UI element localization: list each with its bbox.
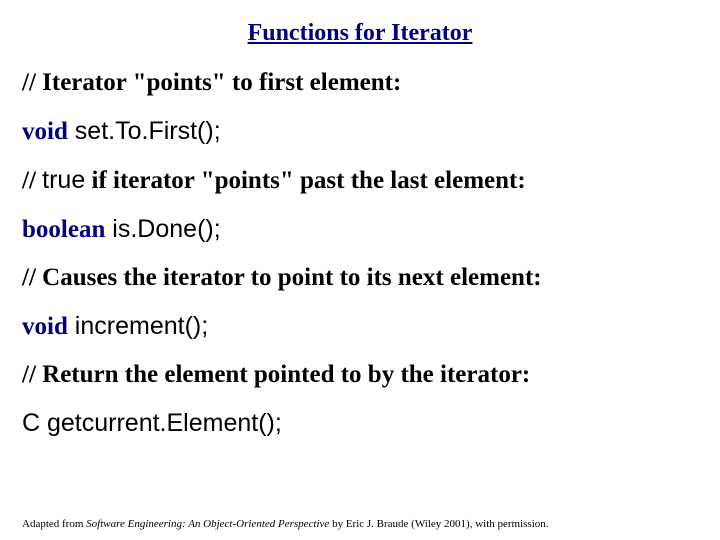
comment-prefix: // (22, 361, 42, 388)
method-line-3: void increment(); (22, 312, 698, 341)
attribution-text: Adapted from Software Engineering: An Ob… (22, 518, 549, 530)
comment-prefix: // (22, 167, 42, 194)
keyword-void: void (22, 313, 68, 340)
comment-line-2: // true if iterator "points" past the la… (22, 166, 698, 195)
method-line-1: void set.To.First(); (22, 117, 698, 146)
comment-text: Return the element pointed to by the ite… (42, 361, 530, 388)
comment-line-1: // Iterator "points" to first element: (22, 69, 698, 97)
method-name: set.To.First(); (68, 117, 221, 145)
comment-line-4: // Return the element pointed to by the … (22, 361, 698, 389)
comment-text: Causes the iterator to point to its next… (42, 264, 541, 291)
keyword-void: void (22, 118, 68, 145)
comment-text: Iterator "points" to first element: (42, 69, 401, 96)
true-literal: true (42, 166, 85, 194)
attribution-book: Software Engineering: An Object-Oriented… (86, 518, 329, 530)
comment-line-3: // Causes the iterator to point to its n… (22, 264, 698, 292)
method-line-2: boolean is.Done(); (22, 215, 698, 244)
comment-text: if iterator "points" past the last eleme… (85, 167, 525, 194)
method-name: C getcurrent.Element(); (22, 409, 282, 437)
method-name: increment(); (68, 312, 208, 340)
slide-title: Functions for Iterator (22, 20, 698, 47)
keyword-boolean: boolean (22, 216, 105, 243)
attribution-prefix: Adapted from (22, 518, 86, 530)
attribution-suffix: by Eric J. Braude (Wiley 2001), with per… (329, 518, 548, 530)
comment-prefix: // (22, 69, 42, 96)
method-name: is.Done(); (105, 215, 220, 243)
method-line-4: C getcurrent.Element(); (22, 409, 698, 438)
comment-prefix: // (22, 264, 42, 291)
